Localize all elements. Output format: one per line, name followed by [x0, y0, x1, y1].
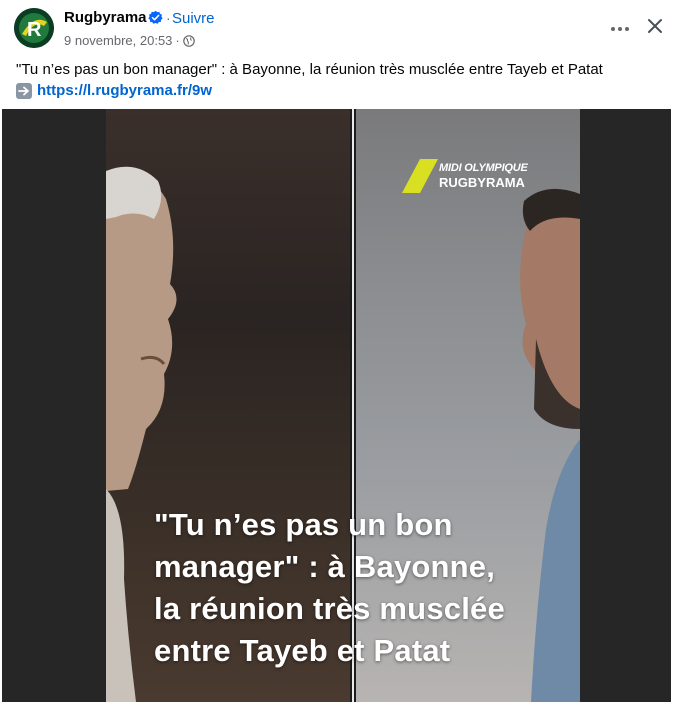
post-date[interactable]: 9 novembre, 20:53 — [64, 33, 172, 48]
page-avatar[interactable]: R — [14, 8, 54, 48]
brand-logo: MIDI OLYMPIQUE RUGBYRAMA — [396, 157, 556, 195]
meta-separator: · — [175, 33, 180, 48]
post-header: R Rugbyrama · Suivre 9 novembre, 20:53 · — [0, 0, 673, 56]
brand-line-2: RUGBYRAMA — [439, 175, 525, 190]
verified-badge-icon — [148, 10, 163, 25]
article-link[interactable]: https://l.rugbyrama.fr/9w — [37, 81, 212, 101]
globe-icon — [182, 35, 195, 47]
close-button[interactable] — [641, 14, 669, 42]
headline-line: manager" : à Bayonne, — [154, 549, 496, 584]
post-meta: 9 novembre, 20:53 · — [64, 33, 195, 48]
facebook-post: R Rugbyrama · Suivre 9 novembre, 20:53· — [0, 0, 673, 702]
headline-line: entre Tayeb et Patat — [154, 633, 451, 668]
caption-text: "Tu n’es pas un bon manager" : à Bayonne… — [16, 61, 603, 78]
brand-line-1: MIDI OLYMPIQUE — [439, 162, 528, 174]
right-arrow-emoji-icon — [16, 83, 32, 99]
video-headline: "Tu n’es pas un bon manager" : à Bayonne… — [154, 504, 534, 672]
more-icon — [610, 19, 630, 37]
svg-text:R: R — [27, 19, 42, 41]
follow-button[interactable]: Suivre — [172, 10, 215, 27]
post-caption: "Tu n’es pas un bon manager" : à Bayonne… — [16, 60, 656, 101]
post-media[interactable]: MIDI OLYMPIQUE RUGBYRAMA "Tu n’es pas un… — [2, 109, 671, 702]
caption-link-line: https://l.rugbyrama.fr/9w — [16, 81, 656, 101]
headline-line: "Tu n’es pas un bon — [154, 507, 453, 542]
more-options-button[interactable] — [606, 14, 634, 42]
header-separator: · — [166, 10, 171, 26]
close-icon — [647, 18, 663, 39]
video-frame[interactable]: MIDI OLYMPIQUE RUGBYRAMA "Tu n’es pas un… — [106, 109, 580, 702]
headline-line: la réunion très musclée — [154, 591, 505, 626]
page-name[interactable]: Rugbyrama — [64, 9, 147, 26]
